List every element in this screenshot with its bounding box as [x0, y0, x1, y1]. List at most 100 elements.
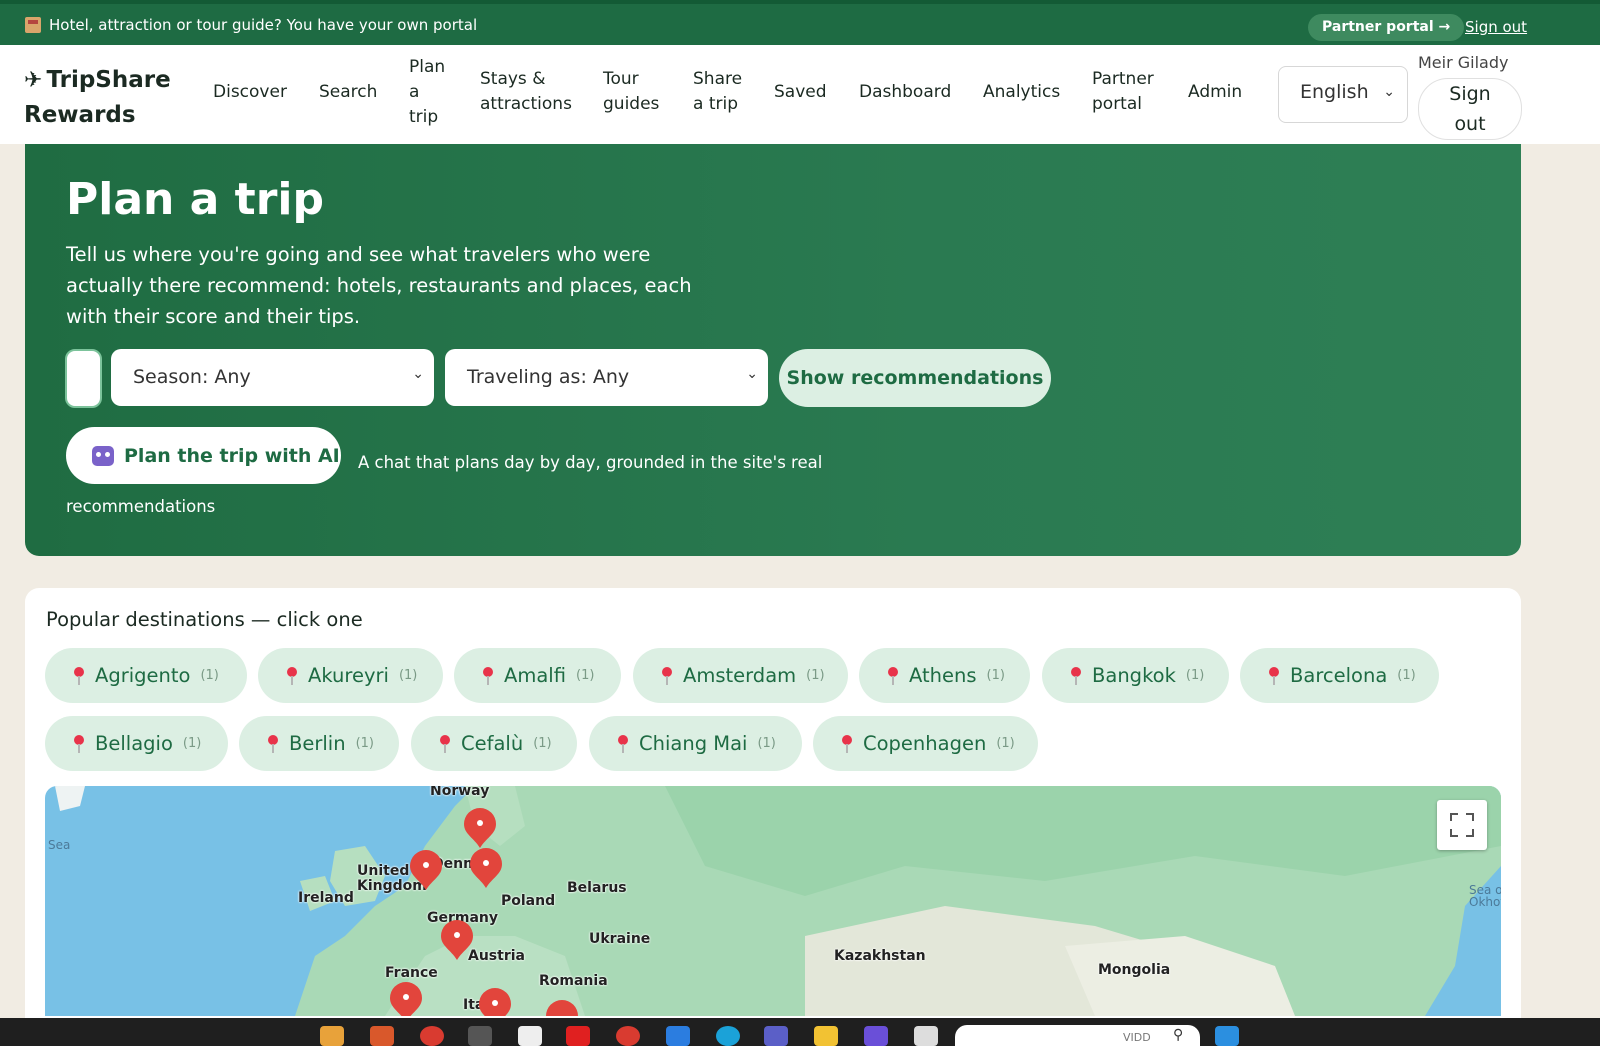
banner-message: Hotel, attraction or tour guide? You hav…	[25, 16, 477, 34]
destination-chip[interactable]: Amsterdam (1)	[633, 648, 848, 703]
nav-partner-portal[interactable]: Partner portal	[1092, 67, 1154, 117]
app-icon[interactable]	[1215, 1026, 1239, 1046]
pin-icon	[617, 734, 629, 753]
destination-chip[interactable]: Bangkok (1)	[1042, 648, 1229, 703]
chip-count: (1)	[1185, 668, 1205, 683]
logo-text-line1: TripShare	[46, 67, 171, 93]
user-name: Meir Gilady	[1418, 53, 1509, 72]
destination-chip[interactable]: Athens (1)	[859, 648, 1030, 703]
chip-name: Bellagio	[95, 732, 173, 755]
map-marker-icon[interactable]	[470, 848, 502, 888]
app-icon[interactable]	[370, 1026, 394, 1046]
partner-portal-button[interactable]: Partner portal →	[1308, 14, 1465, 41]
map-marker-icon[interactable]	[464, 808, 496, 848]
language-select[interactable]: English ⌄	[1278, 66, 1408, 123]
chip-count: (1)	[355, 736, 375, 751]
app-icon[interactable]	[320, 1026, 344, 1046]
destination-chip[interactable]: Copenhagen (1)	[813, 716, 1038, 771]
fullscreen-button[interactable]	[1437, 800, 1487, 850]
app-icon[interactable]	[666, 1026, 690, 1046]
chevron-down-icon: ⌄	[746, 366, 758, 382]
nav-analytics[interactable]: Analytics	[983, 80, 1060, 105]
map-marker-icon[interactable]	[546, 1000, 578, 1016]
destination-chip[interactable]: Barcelona (1)	[1240, 648, 1439, 703]
nav-search[interactable]: Search	[319, 80, 377, 105]
plan-trip-hero: Plan a trip Tell us where you're going a…	[25, 144, 1521, 556]
chip-name: Berlin	[289, 732, 346, 755]
destination-chip[interactable]: Amalfi (1)	[454, 648, 621, 703]
pin-icon	[887, 666, 899, 685]
nav-saved[interactable]: Saved	[774, 80, 827, 105]
pin-icon	[1268, 666, 1280, 685]
nav-plan-trip[interactable]: Plan a trip	[409, 55, 445, 130]
chip-count: (1)	[200, 668, 219, 683]
map-marker-icon[interactable]	[390, 982, 422, 1016]
pin-icon	[661, 666, 673, 685]
nav-admin[interactable]: Admin	[1188, 80, 1242, 105]
nav-stays-attractions[interactable]: Stays & attractions	[480, 67, 572, 117]
pin-icon	[267, 734, 279, 753]
destination-chip[interactable]: Akureyri (1)	[258, 648, 443, 703]
season-select-value: Season: Any	[133, 366, 251, 388]
chip-count: (1)	[533, 736, 552, 751]
app-icon[interactable]	[914, 1026, 938, 1046]
fullscreen-icon-corner	[1466, 813, 1474, 821]
map-marker-icon[interactable]	[410, 850, 442, 890]
plane-icon: ✈	[24, 68, 43, 93]
pin-icon	[482, 666, 494, 685]
hero-description: Tell us where you're going and see what …	[66, 243, 692, 328]
destination-chip[interactable]: Cefalù (1)	[411, 716, 577, 771]
nav-tour-guides[interactable]: Tour guides	[603, 67, 659, 117]
app-icon[interactable]	[864, 1026, 888, 1046]
traveling-select-value: Traveling as: Any	[467, 366, 630, 388]
youtube-icon[interactable]	[566, 1026, 590, 1046]
chip-count: (1)	[182, 736, 202, 751]
folder-icon[interactable]	[814, 1026, 838, 1046]
destination-chip[interactable]: Agrigento (1)	[45, 648, 247, 703]
nav-share-trip[interactable]: Share a trip	[693, 67, 742, 117]
site-logo[interactable]: ✈ TripShare Rewards	[24, 63, 171, 133]
chip-count: (1)	[806, 668, 825, 683]
chrome-icon[interactable]	[616, 1026, 640, 1046]
banner-message-text: Hotel, attraction or tour guide? You hav…	[49, 16, 478, 34]
map-marker-icon[interactable]	[441, 920, 473, 960]
os-taskbar: VIDD ⚲	[0, 1018, 1600, 1046]
plan-with-ai-button[interactable]: Plan the trip with AI	[66, 427, 341, 484]
destination-chip[interactable]: Berlin (1)	[239, 716, 399, 771]
plan-with-ai-label: Plan the trip with AI	[124, 444, 340, 467]
edge-icon[interactable]	[716, 1026, 740, 1046]
chip-count: (1)	[398, 668, 418, 683]
map-markers	[390, 808, 578, 1016]
chevron-down-icon: ⌄	[1383, 84, 1395, 100]
show-recommendations-button[interactable]: Show recommendations	[779, 349, 1051, 407]
chip-name: Athens	[909, 664, 977, 687]
chip-count: (1)	[986, 668, 1005, 683]
terminal-icon[interactable]	[468, 1026, 492, 1046]
destination-chip[interactable]: Bellagio (1)	[45, 716, 228, 771]
teams-icon[interactable]	[764, 1026, 788, 1046]
chip-count: (1)	[757, 736, 776, 751]
chip-name: Barcelona	[1290, 664, 1388, 687]
pin-icon	[439, 734, 451, 753]
taskbar-search[interactable]: VIDD ⚲	[955, 1025, 1200, 1046]
robot-icon	[92, 445, 114, 466]
chrome-icon[interactable]	[420, 1026, 444, 1046]
season-select[interactable]: Season: Any ⌄	[111, 349, 434, 406]
search-icon: ⚲	[1173, 1027, 1184, 1043]
destinations-heading: Popular destinations — click one	[46, 608, 363, 631]
app-icon[interactable]	[518, 1026, 542, 1046]
traveling-as-select[interactable]: Traveling as: Any ⌄	[445, 349, 768, 406]
chip-name: Bangkok	[1092, 664, 1176, 687]
banner-sign-out-link[interactable]: Sign out	[1465, 18, 1527, 36]
language-value: English	[1300, 81, 1369, 103]
taskbar-search-text: VIDD	[1123, 1031, 1151, 1044]
destination-chip[interactable]: Chiang Mai (1)	[589, 716, 802, 771]
fullscreen-icon-corner	[1466, 829, 1474, 837]
chip-name: Agrigento	[95, 664, 191, 687]
nav-dashboard[interactable]: Dashboard	[859, 80, 951, 105]
map-marker-icon[interactable]	[479, 988, 511, 1016]
destinations-map[interactable]: Norway Sea Denma United Kingdom Ireland …	[45, 786, 1501, 1016]
nav-discover[interactable]: Discover	[213, 80, 287, 105]
destination-input[interactable]	[65, 349, 102, 408]
sign-out-button[interactable]: Sign out	[1418, 78, 1522, 140]
